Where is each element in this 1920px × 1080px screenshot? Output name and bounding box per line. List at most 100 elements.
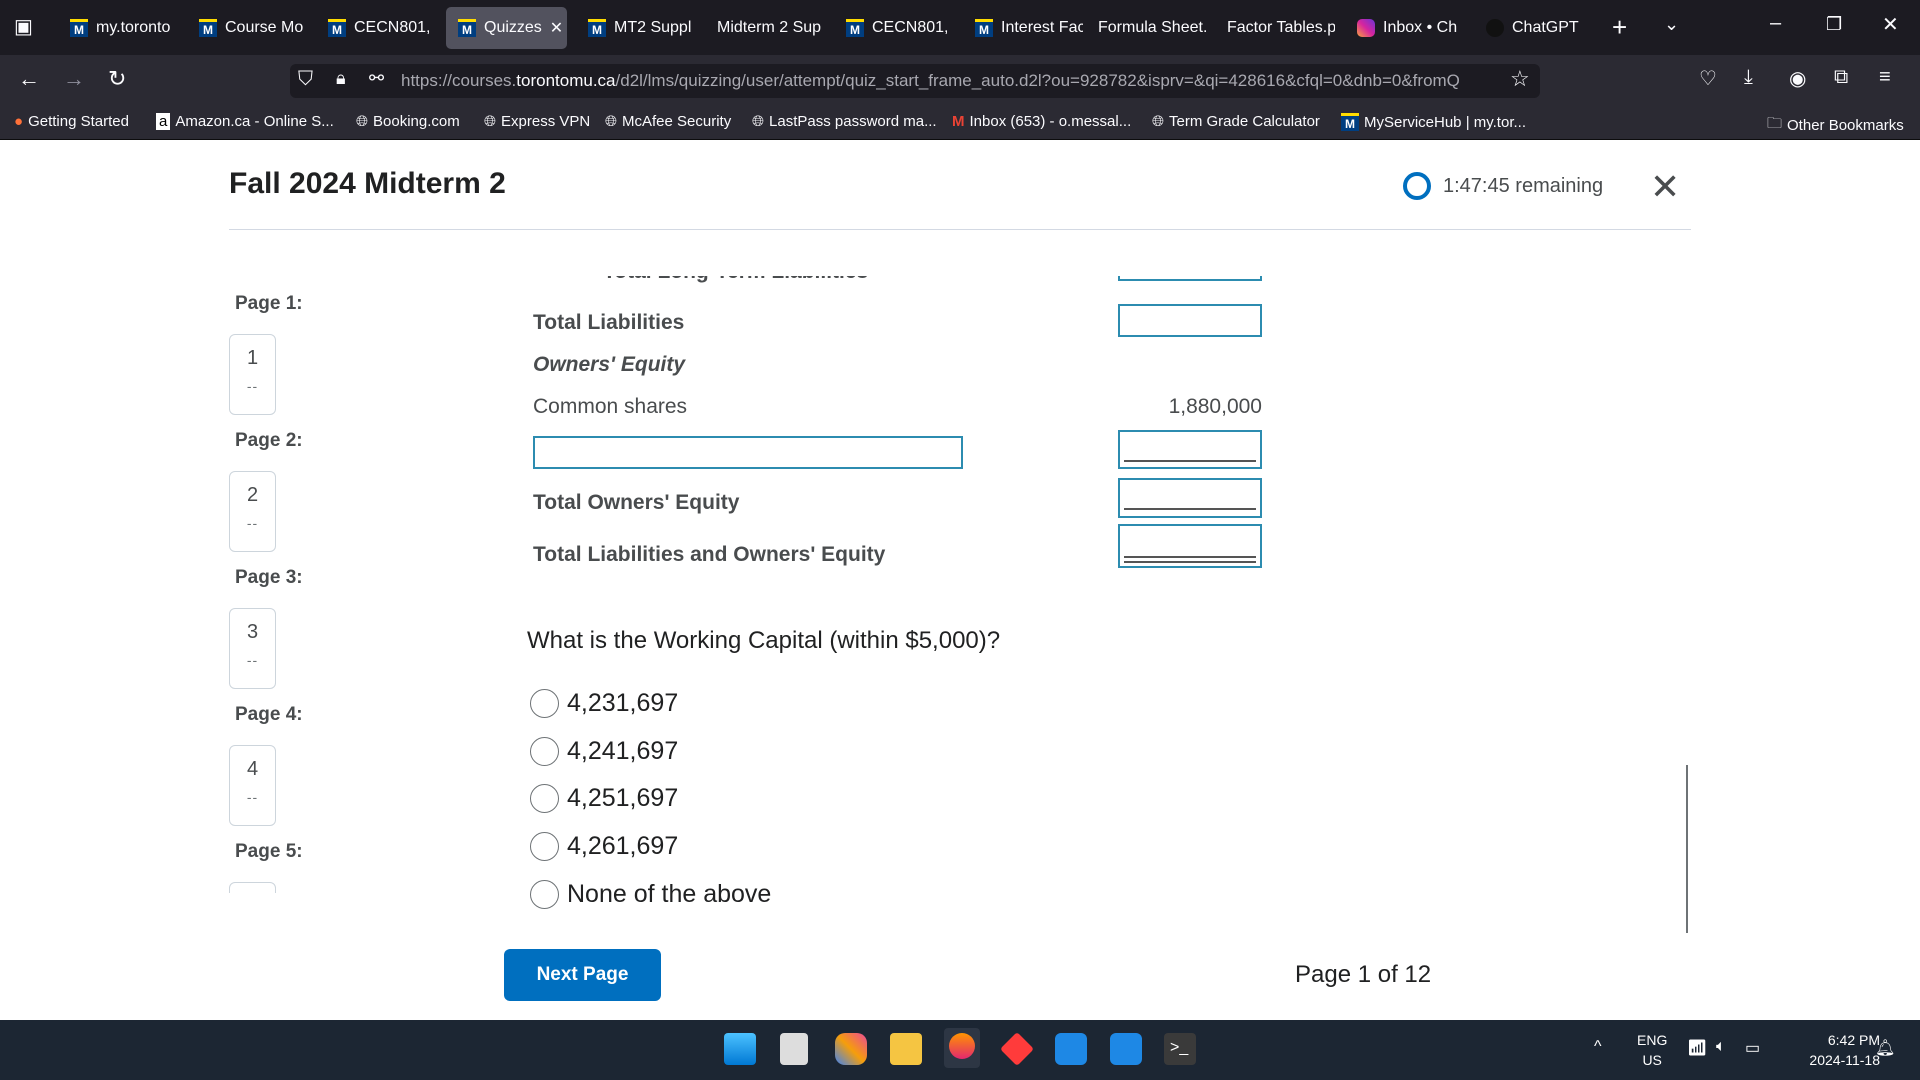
- bookmark-gmail[interactable]: M Inbox (653) - o.messal...: [952, 113, 1131, 130]
- tab-factor-tables[interactable]: Factor Tables.p: [1215, 7, 1335, 49]
- m-icon: M: [328, 19, 346, 37]
- tab-cecn801[interactable]: M CECN801, I: [316, 7, 436, 49]
- tab-my-toronto[interactable]: Mmy.toronto: [58, 7, 178, 49]
- bookmark-label: Inbox (653) - o.messal...: [969, 113, 1132, 130]
- extensions-icon[interactable]: ⧉: [1834, 66, 1848, 89]
- bookmark-getting-started[interactable]: ● Getting Started: [14, 113, 129, 130]
- page-title: Fall 2024 Midterm 2: [229, 167, 506, 200]
- bookmark-myservicehub[interactable]: M MyServiceHub | my.tor...: [1341, 113, 1526, 131]
- back-icon[interactable]: ←: [18, 66, 40, 92]
- star-icon[interactable]: ☆: [1510, 66, 1530, 92]
- bookmark-amazon[interactable]: a Amazon.ca - Online S...: [156, 113, 334, 130]
- option-3[interactable]: 4,251,697: [530, 784, 678, 813]
- total-liabilities-input[interactable]: [1118, 304, 1262, 337]
- page-5-button[interactable]: [229, 882, 276, 893]
- url-bar[interactable]: https://courses.torontomu.ca/d2l/lms/qui…: [290, 64, 1540, 98]
- bookmark-label: Other Bookmarks: [1787, 117, 1904, 134]
- globe-icon: 🌐︎: [1152, 113, 1165, 130]
- bookmark-expressvpn[interactable]: 🌐︎ Express VPN: [484, 113, 590, 130]
- account-icon[interactable]: ◉: [1789, 66, 1806, 91]
- page-status: --: [246, 789, 259, 805]
- new-tab-icon[interactable]: +: [1612, 12, 1627, 43]
- terminal-icon[interactable]: >_: [1164, 1033, 1196, 1065]
- page-3-button[interactable]: 3 --: [229, 608, 276, 689]
- tab-instagram[interactable]: Inbox • Ch: [1345, 7, 1465, 49]
- radio-button[interactable]: [530, 880, 559, 909]
- scrollbar[interactable]: [1686, 765, 1688, 933]
- option-1[interactable]: 4,231,697: [530, 689, 678, 718]
- tab-interest[interactable]: M Interest Fac: [963, 7, 1083, 49]
- clock[interactable]: 6:42 PM 2024-11-18: [1809, 1030, 1880, 1070]
- wifi-icon[interactable]: 📶︎: [1687, 1038, 1707, 1058]
- other-bookmarks[interactable]: 🗀︎ Other Bookmarks: [1767, 113, 1904, 138]
- tray-chevron-icon[interactable]: ^: [1594, 1038, 1602, 1056]
- tab-list-chevron-icon[interactable]: ⌄: [1664, 14, 1679, 35]
- windows-start-icon[interactable]: [724, 1033, 756, 1065]
- download-icon[interactable]: ⤓: [1744, 66, 1753, 89]
- restore-icon[interactable]: ❐: [1826, 14, 1842, 35]
- notification-bell-icon[interactable]: 🔔︎: [1875, 1038, 1895, 1058]
- file-explorer-icon[interactable]: [890, 1033, 922, 1065]
- vscode-icon[interactable]: [1055, 1033, 1087, 1065]
- copilot-icon[interactable]: [835, 1033, 867, 1065]
- page-2-button[interactable]: 2 --: [229, 471, 276, 552]
- total-liab-oe-input[interactable]: [1118, 524, 1262, 568]
- account-name-input[interactable]: [533, 436, 963, 469]
- task-view-icon[interactable]: [780, 1033, 808, 1065]
- language-indicator[interactable]: ENG US: [1637, 1030, 1667, 1070]
- option-4[interactable]: 4,261,697: [530, 832, 678, 861]
- vscode-icon-2[interactable]: [1110, 1033, 1142, 1065]
- option-2[interactable]: 4,241,697: [530, 737, 678, 766]
- volume-icon[interactable]: 🔈︎: [1716, 1038, 1726, 1056]
- tab-course[interactable]: M Course Mo: [187, 7, 307, 49]
- m-icon: M: [458, 19, 476, 37]
- battery-icon[interactable]: ▭: [1745, 1038, 1760, 1058]
- firefox-icon: [949, 1033, 975, 1059]
- radio-button[interactable]: [530, 832, 559, 861]
- page-label: Page 5:: [235, 841, 303, 862]
- account-amount-input[interactable]: [1118, 430, 1262, 469]
- timer-ring-icon: [1403, 172, 1431, 200]
- shield-icon[interactable]: ⛉: [298, 68, 313, 91]
- radio-button[interactable]: [530, 689, 559, 718]
- bookmark-mcafee[interactable]: 🌐︎ McAfee Security: [605, 113, 731, 130]
- bookmark-label: Term Grade Calculator: [1169, 113, 1320, 130]
- lock-icon[interactable]: 🔒︎: [336, 68, 346, 89]
- reload-icon[interactable]: ↻: [108, 66, 126, 92]
- tab-mt2-suppl[interactable]: M MT2 Suppl: [576, 7, 696, 49]
- tab-overview-icon[interactable]: ▣: [14, 14, 33, 39]
- page-1-button[interactable]: 1 --: [229, 334, 276, 415]
- date-text: 2024-11-18: [1809, 1052, 1880, 1068]
- option-5[interactable]: None of the above: [530, 880, 771, 909]
- bookmark-lastpass[interactable]: 🌐︎ LastPass password ma...: [752, 113, 937, 130]
- chatgpt-icon: [1486, 19, 1504, 37]
- total-lt-liabilities-input[interactable]: [1118, 276, 1262, 281]
- radio-button[interactable]: [530, 737, 559, 766]
- next-page-button[interactable]: Next Page: [504, 949, 661, 1001]
- tab-label: my.toronto: [96, 19, 171, 36]
- page-4-button[interactable]: 4 --: [229, 745, 276, 826]
- tab-quizzes[interactable]: M Quizzes ✕: [446, 7, 567, 49]
- page-label: Page 4:: [235, 704, 303, 725]
- permissions-icon[interactable]: ⚯: [369, 68, 384, 89]
- common-shares-label: Common shares: [533, 395, 688, 418]
- radio-button[interactable]: [530, 784, 559, 813]
- minimize-icon[interactable]: –: [1770, 12, 1781, 35]
- menu-icon[interactable]: ≡: [1879, 66, 1891, 89]
- tab-cecn801-2[interactable]: M CECN801, I: [834, 7, 954, 49]
- tab-formula-sheet[interactable]: Formula Sheet.: [1086, 7, 1206, 49]
- tab-chatgpt[interactable]: ChatGPT: [1474, 7, 1594, 49]
- forward-icon[interactable]: →: [63, 66, 85, 92]
- pocket-icon[interactable]: ♡: [1699, 66, 1717, 91]
- tab-label: MT2 Suppl: [614, 19, 692, 36]
- close-window-icon[interactable]: ✕: [1882, 12, 1899, 37]
- total-owners-equity-input[interactable]: [1118, 478, 1262, 518]
- bookmark-term-grade[interactable]: 🌐︎ Term Grade Calculator: [1152, 113, 1320, 130]
- firefox-taskbar-button[interactable]: [944, 1028, 980, 1068]
- tab-midterm2-sup[interactable]: Midterm 2 Sup: [705, 7, 825, 49]
- bookmark-booking[interactable]: 🌐︎ Booking.com: [356, 113, 460, 130]
- option-label: None of the above: [567, 880, 772, 908]
- close-quiz-icon[interactable]: ✕: [1650, 166, 1680, 208]
- m-icon: M: [70, 19, 88, 37]
- close-tab-icon[interactable]: ✕: [550, 18, 563, 38]
